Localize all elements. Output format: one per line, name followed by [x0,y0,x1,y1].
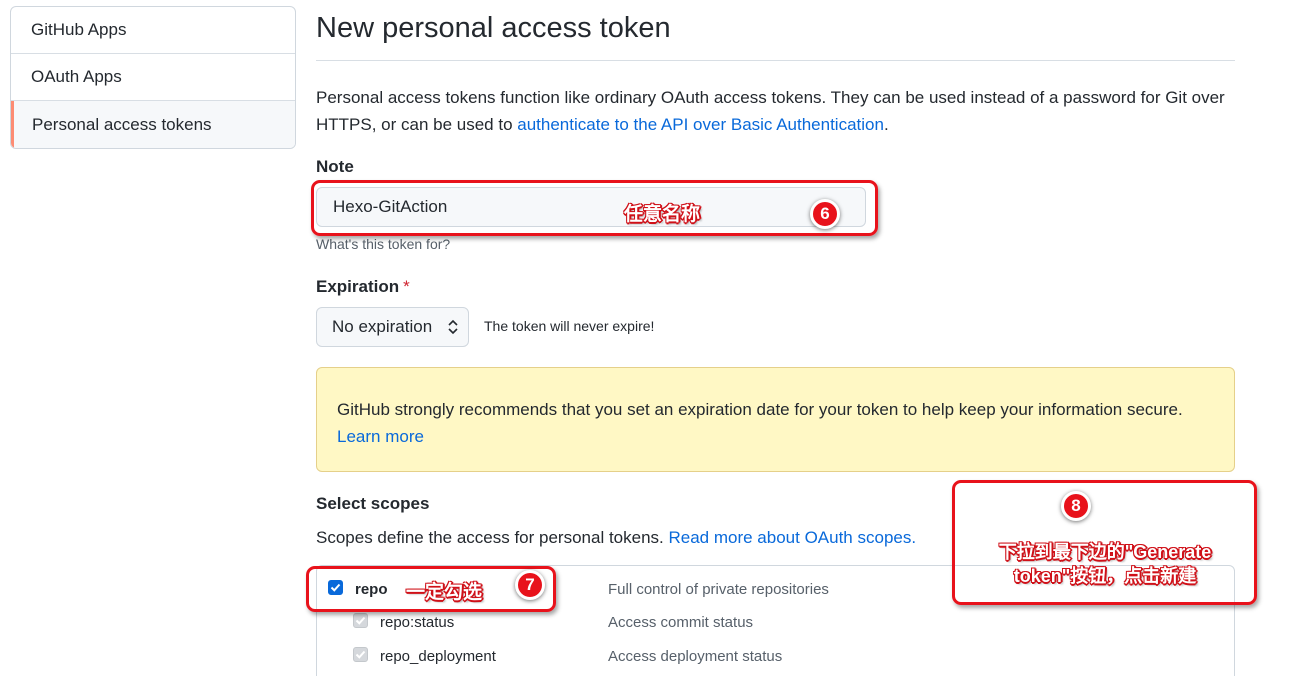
note-callout-text: 任意名称 [624,204,701,225]
scope-name-repo-deployment: repo_deployment [380,648,496,665]
generate-callout-line1: 下拉到最下边的"Generate [998,542,1212,562]
select-caret-icon [448,319,458,335]
settings-sidebar: GitHub Apps OAuth Apps Personal access t… [10,6,296,149]
scopes-label: Select scopes [316,494,430,513]
check-icon [355,616,366,625]
sidebar-item-label: OAuth Apps [31,67,122,86]
generate-callout-line2: token"按钮，点击新建 [1013,566,1197,586]
scope-desc-repo: Full control of private repositories [608,581,829,598]
repo-deployment-checkbox[interactable] [353,647,368,662]
repo-callout-text: 一定勾选 [406,582,483,603]
expiration-select[interactable]: No expiration [316,307,469,347]
scopes-description: Scopes define the access for personal to… [316,528,916,548]
required-mark: * [403,277,410,296]
scope-row-repo-deployment: repo_deployment Access deployment status [317,641,1236,671]
sidebar-item-oauth-apps[interactable]: OAuth Apps [11,54,295,101]
basic-auth-link[interactable]: authenticate to the API over Basic Authe… [517,115,884,134]
expiration-label: Expiration * [316,277,410,297]
scope-desc-repo-deployment: Access deployment status [608,648,783,665]
expiration-selected-value: No expiration [332,317,433,336]
check-icon [355,650,366,659]
step-6-badge: 6 [810,199,840,229]
step-8-badge: 8 [1061,491,1091,521]
oauth-scopes-link[interactable]: Read more about OAuth scopes. [668,528,916,547]
intro-end: . [883,115,889,134]
page-title: New personal access token [316,12,671,44]
learn-more-link[interactable]: Learn more [337,427,424,446]
sidebar-item-personal-access-tokens[interactable]: Personal access tokens [11,101,295,148]
note-hint: What's this token for? [316,236,451,252]
scopes-desc-text: Scopes define the access for personal to… [316,528,669,547]
expiration-warning-flash: GitHub strongly recommends that you set … [316,367,1235,472]
expiration-note: The token will never expire! [484,318,655,334]
sidebar-item-github-apps[interactable]: GitHub Apps [11,7,295,54]
scope-desc-repo-status: Access commit status [608,614,754,631]
expiration-label-text: Expiration [316,277,400,296]
sidebar-item-label: GitHub Apps [31,20,127,39]
note-label: Note [316,157,354,176]
flash-text: GitHub strongly recommends that you set … [337,400,1183,419]
repo-status-checkbox[interactable] [353,613,368,628]
note-callout-box [311,180,878,236]
sidebar-item-label: Personal access tokens [32,114,212,134]
scope-name-repo-status: repo:status [380,614,455,631]
intro-paragraph: Personal access tokens function like ord… [316,84,1235,138]
title-divider [316,60,1235,61]
step-7-badge: 7 [515,570,545,600]
